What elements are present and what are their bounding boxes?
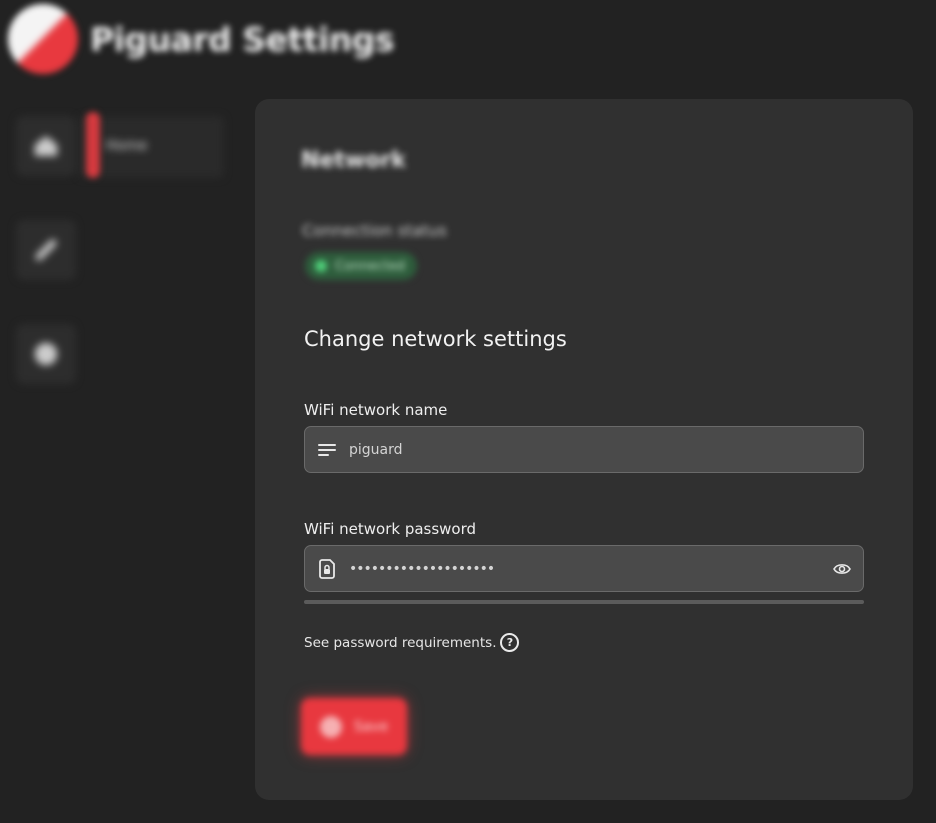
- connection-status-label: Connection status: [302, 221, 447, 240]
- show-password-eye-icon[interactable]: [821, 562, 863, 576]
- settings-icon: [34, 342, 58, 366]
- link-icon: [35, 239, 57, 261]
- password-requirements-link[interactable]: See password requirements. ?: [304, 633, 520, 652]
- save-label: Save: [353, 718, 389, 735]
- home-icon: [34, 136, 58, 156]
- save-button[interactable]: Save: [301, 698, 407, 755]
- status-text: Connected: [335, 258, 406, 274]
- lock-icon: [305, 558, 349, 579]
- password-strength-bar: [304, 600, 864, 604]
- app-title: Piguard Settings: [90, 20, 395, 59]
- password-label: WiFi network password: [304, 520, 477, 538]
- ssid-field: [304, 426, 864, 473]
- save-icon: [319, 715, 342, 738]
- help-icon[interactable]: ?: [500, 633, 520, 652]
- app-logo: [8, 4, 78, 74]
- text-lines-icon: [305, 443, 349, 457]
- ssid-input[interactable]: [349, 427, 863, 472]
- sidebar-item-settings[interactable]: [16, 324, 76, 384]
- sidebar-item-link[interactable]: [16, 220, 76, 280]
- password-input[interactable]: [349, 546, 821, 591]
- sidebar-item-home[interactable]: [16, 116, 76, 176]
- status-dot-icon: [315, 260, 327, 272]
- ssid-label: WiFi network name: [304, 401, 448, 419]
- change-settings-title: Change network settings: [304, 327, 567, 351]
- status-badge: Connected: [305, 252, 417, 280]
- sidebar-active-indicator: [86, 112, 100, 178]
- password-requirements-text: See password requirements.: [304, 634, 497, 651]
- section-title: Network: [301, 148, 406, 173]
- sidebar-item-label: Home: [106, 138, 148, 154]
- password-field: [304, 545, 864, 592]
